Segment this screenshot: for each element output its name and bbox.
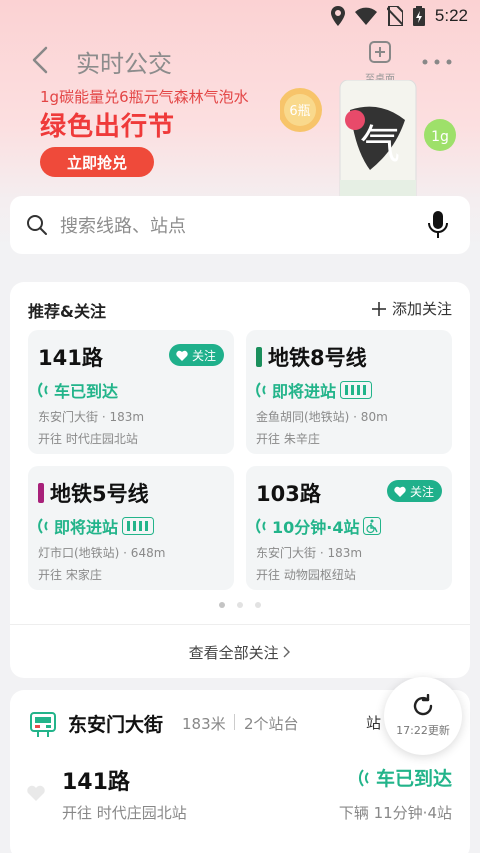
promo-banner-image[interactable]: 6瓶 气 1g [278, 79, 470, 210]
route-name: 地铁8号线 [256, 342, 367, 372]
more-dots-icon [422, 59, 452, 65]
refresh-icon [413, 694, 433, 716]
favorite-tile-103[interactable]: 103路 关注 10分钟·4站 东安门大街 · 183m 开往 动物园枢纽站 [246, 466, 452, 590]
page-dot [237, 602, 243, 608]
search-placeholder: 搜索线路、站点 [60, 216, 186, 237]
back-button[interactable] [28, 44, 58, 78]
stop-info: 东安门大街 · 183m [38, 410, 145, 424]
arrival-status: 车已到达 [36, 378, 118, 402]
arrival-status: 车已到达 [356, 764, 452, 791]
refresh-button[interactable]: 17:22更新 [384, 677, 462, 755]
status-text: 即将进站 [54, 518, 119, 537]
stop-info: 金鱼胡同(地铁站) · 80m [256, 410, 388, 424]
add-square-icon [369, 41, 391, 63]
arrival-status: 即将进站 [36, 514, 155, 538]
plus-icon [371, 301, 386, 316]
route-name-text: 地铁8号线 [268, 346, 367, 370]
crowd-level-icon [122, 517, 155, 535]
station-more-link[interactable]: 站 [366, 712, 381, 733]
next-bus-info: 下辆 11分钟·4站 [338, 804, 452, 822]
status-text: 车已到达 [375, 768, 452, 790]
stop-info: 东安门大街 · 183m [256, 546, 363, 560]
divider [10, 624, 470, 625]
status-bar: 5:22 [0, 0, 480, 34]
redeem-button[interactable]: 立即抢兑 [40, 147, 154, 177]
route-name: 103路 [256, 482, 321, 506]
route-name-text: 地铁5号线 [50, 482, 149, 506]
destination: 开往 时代庄园北站 [38, 432, 138, 446]
realtime-signal-icon [256, 382, 266, 398]
chevron-left-icon [32, 46, 48, 74]
destination: 开往 宋家庄 [38, 568, 102, 582]
follow-button[interactable]: 关注 [168, 344, 224, 366]
destination: 开往 朱辛庄 [256, 432, 320, 446]
page-dot-active [219, 602, 225, 608]
microphone-icon[interactable] [428, 210, 448, 240]
promo-subtitle: 1g碳能量兑6瓶元气森林气泡水 [40, 88, 249, 106]
route-name: 地铁5号线 [38, 478, 149, 508]
platform-count: 2个站台 [244, 715, 299, 733]
station-name: 东安门大街 [68, 714, 164, 736]
add-to-desktop-button[interactable]: 至桌面 [360, 40, 400, 85]
page-dot [255, 602, 261, 608]
realtime-signal-icon [358, 768, 369, 787]
wheelchair-icon [363, 517, 382, 535]
status-text: 即将进站 [272, 382, 337, 401]
follow-label: 关注 [191, 348, 216, 363]
arrival-status: 10分钟·4站 [254, 514, 382, 538]
clock: 5:22 [434, 6, 468, 25]
svg-text:6瓶: 6瓶 [289, 104, 310, 119]
line-color-bar [38, 483, 44, 503]
heart-icon [394, 486, 406, 497]
more-menu-button[interactable] [420, 46, 454, 74]
view-all-label: 查看全部关注 [188, 644, 279, 662]
svg-text:1g: 1g [431, 129, 449, 145]
page-title: 实时公交 [76, 50, 172, 78]
heart-icon [176, 350, 188, 361]
separator [234, 714, 235, 730]
svg-text:气: 气 [360, 122, 400, 168]
favorites-title: 推荐&关注 [28, 302, 106, 321]
view-all-follows-link[interactable]: 查看全部关注 [10, 642, 470, 663]
wifi-icon [354, 7, 377, 25]
add-follow-button[interactable]: 添加关注 [371, 298, 452, 319]
promo-title: 绿色出行节 [40, 112, 176, 142]
heart-outline-icon[interactable] [26, 784, 46, 802]
crowd-level-icon [340, 381, 373, 399]
favorite-tile-141[interactable]: 141路 关注 车已到达 东安门大街 · 183m 开往 时代庄园北站 [28, 330, 234, 454]
search-icon [27, 215, 47, 235]
favorites-card: 推荐&关注 添加关注 141路 关注 车已到达 东安门大街 · 183m 开往 … [10, 282, 470, 678]
bus-stop-icon [30, 712, 56, 737]
stop-info: 灯市口(地铁站) · 648m [38, 546, 166, 560]
status-text: 10分钟·4站 [272, 518, 360, 537]
follow-label: 关注 [409, 484, 434, 499]
favorite-tile-subway-8[interactable]: 地铁8号线 即将进站 金鱼胡同(地铁站) · 80m 开往 朱辛庄 [246, 330, 452, 454]
status-text: 车已到达 [54, 382, 119, 401]
search-input[interactable]: 搜索线路、站点 [10, 196, 470, 254]
favorite-tile-subway-5[interactable]: 地铁5号线 即将进站 灯市口(地铁站) · 648m 开往 宋家庄 [28, 466, 234, 590]
realtime-signal-icon [38, 382, 48, 398]
add-follow-label: 添加关注 [391, 300, 452, 318]
station-distance: 183米 [182, 715, 226, 733]
route-destination: 开往 时代庄园北站 [62, 804, 187, 822]
route-name: 141路 [62, 770, 130, 795]
chevron-right-icon [283, 646, 291, 658]
realtime-signal-icon [38, 518, 48, 534]
page-indicator [10, 602, 470, 608]
last-updated-time: 17:22更新 [396, 724, 450, 737]
battery-icon [412, 6, 425, 26]
line-color-bar [256, 347, 262, 367]
sparkling-water-can-illustration: 6瓶 气 1g [278, 79, 456, 209]
no-sim-icon [386, 6, 403, 26]
follow-button[interactable]: 关注 [386, 480, 442, 502]
destination: 开往 动物园枢纽站 [256, 568, 356, 582]
location-icon [330, 6, 345, 26]
route-name: 141路 [38, 346, 103, 370]
arrival-status: 即将进站 [254, 378, 373, 402]
realtime-signal-icon [256, 518, 266, 534]
